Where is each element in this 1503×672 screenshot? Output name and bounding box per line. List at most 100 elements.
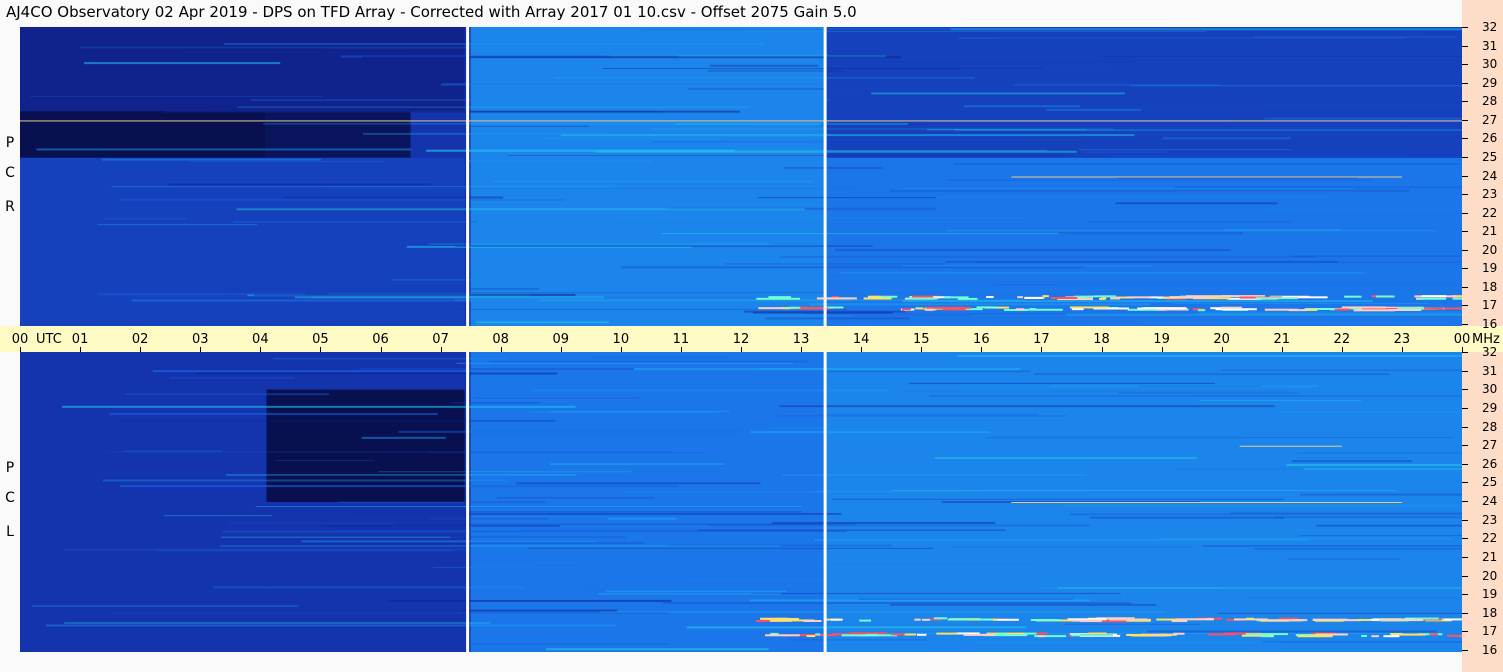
spectrogram-streak <box>326 188 860 190</box>
spectrogram-burst-segment <box>1137 307 1145 310</box>
spectrogram-streak <box>1050 385 1319 388</box>
spectrogram-streak <box>901 389 1289 392</box>
time-tick <box>921 347 922 352</box>
spectrogram-streak <box>474 397 639 399</box>
spectrogram-streak <box>724 263 947 265</box>
spectrogram-streak <box>687 87 922 90</box>
spectrogram-streak <box>187 161 385 163</box>
spectrogram-burst-segment <box>903 633 917 636</box>
spectrogram-burst-segment <box>866 633 878 636</box>
frequency-tick-label: 26 <box>1482 456 1498 471</box>
spectrogram-burst-segment <box>1015 308 1025 311</box>
utc-label: UTC <box>36 332 62 347</box>
time-tick-label: 22 <box>1333 332 1351 347</box>
frequency-tick-label: 21 <box>1482 549 1498 564</box>
spectrogram-burst-segment <box>756 297 801 300</box>
spectrogram-streak <box>945 179 1372 181</box>
spectrogram-streak <box>835 249 1231 252</box>
spectrogram-streak <box>224 42 764 45</box>
spectrogram-streak <box>109 412 438 415</box>
spectrogram-streak <box>957 354 1462 357</box>
frequency-tick-label: 18 <box>1482 605 1498 620</box>
spectrogram-burst-segment <box>944 296 969 299</box>
spectrogram-streak <box>428 243 770 245</box>
frequency-tick-label: 19 <box>1482 261 1498 276</box>
spectrogram-streak <box>1040 141 1298 143</box>
spectrogram-streak <box>389 599 672 602</box>
spectrogram-burst-segment <box>788 306 801 309</box>
spectrogram-line-feature <box>1239 445 1342 447</box>
spectrogram-streak <box>1086 487 1337 489</box>
spectrogram-streak <box>531 389 890 392</box>
spectrogram-burst-segment <box>1419 297 1447 300</box>
spectrogram-zone <box>470 27 826 326</box>
spectrogram-burst-segment <box>1093 295 1116 298</box>
spectrogram-burst-segment <box>915 307 924 310</box>
spectrogram-streak <box>749 599 1091 602</box>
spectrogram-streak <box>392 279 933 281</box>
time-tick-label: 14 <box>852 332 870 347</box>
frequency-tick-label: 24 <box>1482 494 1498 508</box>
spectrogram-burst-segment <box>907 297 938 300</box>
frequency-tick <box>1462 138 1468 139</box>
spectrogram-streak <box>398 430 744 433</box>
spectrogram-streak <box>828 61 1132 63</box>
time-tick-label: 16 <box>973 332 990 347</box>
frequency-tick <box>1462 445 1468 446</box>
spectrogram-streak <box>779 255 1317 258</box>
rcp-spectrogram <box>20 27 1462 326</box>
spectrogram-streak <box>1111 154 1401 157</box>
time-tick-label: 09 <box>552 332 570 347</box>
spectrogram-streak <box>1198 311 1462 314</box>
frequency-tick <box>1462 520 1468 521</box>
spectrogram-streak <box>493 180 812 182</box>
spectrogram-streak <box>758 197 937 199</box>
frequency-tick <box>1462 176 1468 177</box>
spectrogram-streak <box>1117 177 1358 179</box>
spectrogram-burst-segment <box>830 618 843 621</box>
lcp-spectrogram-canvas <box>20 352 1462 652</box>
spectrogram-streak <box>471 125 589 127</box>
time-tick <box>741 347 742 352</box>
frequency-tick-label: 16 <box>1482 643 1498 657</box>
frequency-tick-label: 20 <box>1482 242 1498 257</box>
spectrogram-streak <box>1274 516 1462 518</box>
spectrogram-burst-segment <box>803 619 822 622</box>
time-tick <box>381 347 382 352</box>
spectrogram-streak <box>529 411 720 414</box>
spectrogram-streak <box>1253 548 1462 550</box>
time-tick <box>1282 347 1283 352</box>
spectrogram-streak <box>120 485 678 488</box>
spectrogram-streak <box>46 624 617 627</box>
spectrogram-burst-segment <box>1156 618 1179 621</box>
spectrogram-streak <box>1122 529 1462 531</box>
spectrogram-streak <box>709 64 819 67</box>
frequency-tick-label: 28 <box>1482 419 1498 434</box>
spectrogram-streak <box>362 132 608 135</box>
spectrogram-streak <box>686 626 1027 629</box>
frequency-tick <box>1462 324 1468 325</box>
spectrogram-streak <box>1137 322 1456 324</box>
time-tick <box>320 347 321 352</box>
spectrogram-streak <box>507 155 1071 157</box>
spectrogram-streak <box>1300 493 1462 496</box>
spectrogram-streak <box>168 183 431 186</box>
spectrogram-streak <box>30 95 323 97</box>
spectrogram-streak <box>819 413 1038 416</box>
spectrogram-streak <box>432 566 577 568</box>
spectrogram-line-feature <box>1011 176 1402 178</box>
spectrogram-streak <box>328 293 756 295</box>
spectrogram-burst-segment <box>1245 633 1289 636</box>
spectrogram-streak <box>276 460 374 462</box>
spectrogram-burst-segment <box>1421 295 1447 298</box>
spectrogram-streak <box>1264 208 1462 210</box>
frequency-tick <box>1462 120 1468 121</box>
spectrogram-burst-segment <box>1297 635 1333 638</box>
spectrogram-streak <box>773 314 1319 316</box>
spectrogram-burst-segment <box>914 618 921 621</box>
spectrogram-streak <box>1046 109 1142 111</box>
frequency-tick <box>1462 371 1468 372</box>
spectrogram-streak <box>1082 242 1262 244</box>
frequency-tick <box>1462 389 1468 390</box>
frequency-tick <box>1462 594 1468 595</box>
